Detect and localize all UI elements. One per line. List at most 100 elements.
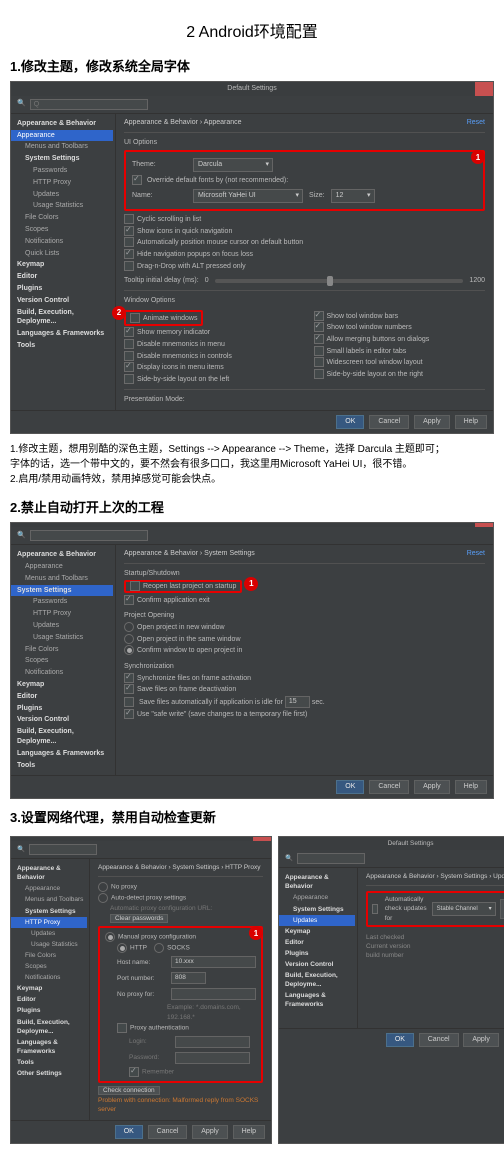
- sidebar-item[interactable]: Appearance & Behavior: [17, 863, 87, 883]
- sidebar-item[interactable]: Notifications: [17, 972, 87, 983]
- sidebar-item[interactable]: Menus and Toolbars: [17, 141, 113, 153]
- tool-bars-checkbox[interactable]: [314, 311, 324, 321]
- ok-button[interactable]: OK: [115, 1125, 143, 1139]
- open-new-radio[interactable]: [124, 622, 134, 632]
- sidebar-item[interactable]: File Colors: [17, 950, 87, 961]
- proxy-auth-checkbox[interactable]: [117, 1023, 127, 1033]
- sidebar-item[interactable]: Tools: [17, 340, 113, 352]
- sidebar-item[interactable]: Usage Statistics: [17, 632, 113, 644]
- sidebar-item[interactable]: Editor: [17, 994, 87, 1005]
- ok-button[interactable]: OK: [336, 415, 364, 429]
- sbs-right-checkbox[interactable]: [314, 369, 324, 379]
- sidebar-item[interactable]: Keymap: [17, 983, 87, 994]
- sidebar-item[interactable]: Version Control: [17, 295, 113, 307]
- cancel-button[interactable]: Cancel: [148, 1125, 188, 1139]
- sidebar-item[interactable]: Editor: [285, 937, 355, 948]
- sidebar-item[interactable]: Version Control: [17, 714, 113, 726]
- sidebar-item[interactable]: Menus and Toolbars: [17, 894, 87, 905]
- sidebar-item[interactable]: Languages & Frameworks: [17, 328, 113, 340]
- sidebar-item[interactable]: Usage Statistics: [17, 200, 113, 212]
- search-input[interactable]: [297, 853, 365, 864]
- sidebar-item[interactable]: System Settings: [17, 906, 87, 917]
- ok-button[interactable]: OK: [386, 1033, 414, 1047]
- autopos-checkbox[interactable]: [124, 237, 134, 247]
- sidebar-item[interactable]: Appearance & Behavior: [17, 118, 113, 130]
- apply-button[interactable]: Apply: [414, 780, 450, 794]
- noproxyfor-input[interactable]: [171, 988, 256, 1000]
- save-frame-checkbox[interactable]: [124, 684, 134, 694]
- sidebar-item[interactable]: System Settings: [285, 904, 355, 915]
- apply-button[interactable]: Apply: [463, 1033, 499, 1047]
- sidebar-item[interactable]: Notifications: [17, 236, 113, 248]
- sidebar-item[interactable]: Appearance & Behavior: [17, 549, 113, 561]
- sidebar-item[interactable]: Keymap: [17, 259, 113, 271]
- cyclic-checkbox[interactable]: [124, 214, 134, 224]
- remember-checkbox[interactable]: [129, 1067, 139, 1077]
- memory-checkbox[interactable]: [124, 327, 134, 337]
- sidebar-item[interactable]: Quick Lists: [17, 248, 113, 260]
- showicons-checkbox[interactable]: [124, 226, 134, 236]
- help-button[interactable]: Help: [233, 1125, 265, 1139]
- host-input[interactable]: 10.xxx: [171, 956, 256, 968]
- clear-pwd-button[interactable]: Clear passwords: [110, 914, 168, 923]
- auto-check-checkbox[interactable]: [372, 904, 378, 914]
- sync-frame-checkbox[interactable]: [124, 673, 134, 683]
- sidebar-item[interactable]: Appearance: [285, 892, 355, 903]
- sidebar-item[interactable]: Scopes: [17, 655, 113, 667]
- search-input[interactable]: [30, 99, 148, 110]
- cancel-button[interactable]: Cancel: [419, 1033, 459, 1047]
- check-now-button[interactable]: Check Now: [500, 899, 504, 919]
- dm-ctrl-checkbox[interactable]: [124, 351, 134, 361]
- apply-button[interactable]: Apply: [414, 415, 450, 429]
- sidebar-item[interactable]: Editor: [17, 691, 113, 703]
- sidebar-item-appearance[interactable]: Appearance: [11, 130, 113, 142]
- merge-checkbox[interactable]: [314, 334, 324, 344]
- sidebar-item[interactable]: Appearance & Behavior: [285, 872, 355, 892]
- help-button[interactable]: Help: [455, 415, 487, 429]
- sidebar-item[interactable]: Plugins: [17, 703, 113, 715]
- port-input[interactable]: 808: [171, 972, 206, 984]
- sidebar-item[interactable]: Keymap: [285, 926, 355, 937]
- help-button[interactable]: Help: [455, 780, 487, 794]
- tooltip-slider[interactable]: [215, 279, 464, 283]
- sidebar-item-http-proxy[interactable]: HTTP Proxy: [11, 917, 87, 928]
- close-icon[interactable]: [253, 837, 271, 841]
- sidebar-item[interactable]: Editor: [17, 271, 113, 283]
- sidebar-item[interactable]: Languages & Frameworks: [17, 1037, 87, 1057]
- cancel-button[interactable]: Cancel: [369, 415, 409, 429]
- manual-radio[interactable]: [105, 932, 115, 942]
- sidebar-item[interactable]: Languages & Frameworks: [17, 748, 113, 760]
- save-auto-input[interactable]: 15: [285, 696, 310, 708]
- sidebar-item[interactable]: Tools: [17, 760, 113, 772]
- sidebar-item-other[interactable]: Other Settings: [17, 1068, 87, 1079]
- widescreen-checkbox[interactable]: [314, 357, 324, 367]
- search-input[interactable]: [29, 844, 97, 855]
- sidebar-item[interactable]: HTTP Proxy: [17, 608, 113, 620]
- close-icon[interactable]: [475, 523, 493, 527]
- dm-menu-checkbox[interactable]: [124, 339, 134, 349]
- sidebar-item[interactable]: Passwords: [17, 596, 113, 608]
- sbs-left-checkbox[interactable]: [124, 374, 134, 384]
- font-size-combo[interactable]: 12: [331, 189, 375, 203]
- sidebar-item[interactable]: Scopes: [17, 224, 113, 236]
- open-same-radio[interactable]: [124, 634, 134, 644]
- sidebar-item[interactable]: Passwords: [17, 165, 113, 177]
- theme-combo[interactable]: Darcula: [193, 158, 273, 172]
- sidebar-item[interactable]: Updates: [17, 928, 87, 939]
- sidebar-item[interactable]: Build, Execution, Deployme...: [285, 970, 355, 990]
- apply-button[interactable]: Apply: [192, 1125, 228, 1139]
- sidebar-item[interactable]: Appearance: [17, 561, 113, 573]
- confirm-exit-checkbox[interactable]: [124, 595, 134, 605]
- sidebar-item[interactable]: Menus and Toolbars: [17, 573, 113, 585]
- sidebar-item[interactable]: File Colors: [17, 212, 113, 224]
- reset-link[interactable]: Reset: [467, 549, 485, 559]
- sidebar-item[interactable]: Scopes: [17, 961, 87, 972]
- search-input[interactable]: [30, 530, 148, 541]
- sidebar-item[interactable]: Languages & Frameworks: [285, 990, 355, 1010]
- login-input[interactable]: [175, 1036, 250, 1048]
- sidebar-item[interactable]: Appearance: [17, 883, 87, 894]
- check-connection-button[interactable]: Check connection: [98, 1086, 160, 1095]
- sidebar-item[interactable]: Updates: [17, 620, 113, 632]
- socks-radio[interactable]: [154, 943, 164, 953]
- http-radio[interactable]: [117, 943, 127, 953]
